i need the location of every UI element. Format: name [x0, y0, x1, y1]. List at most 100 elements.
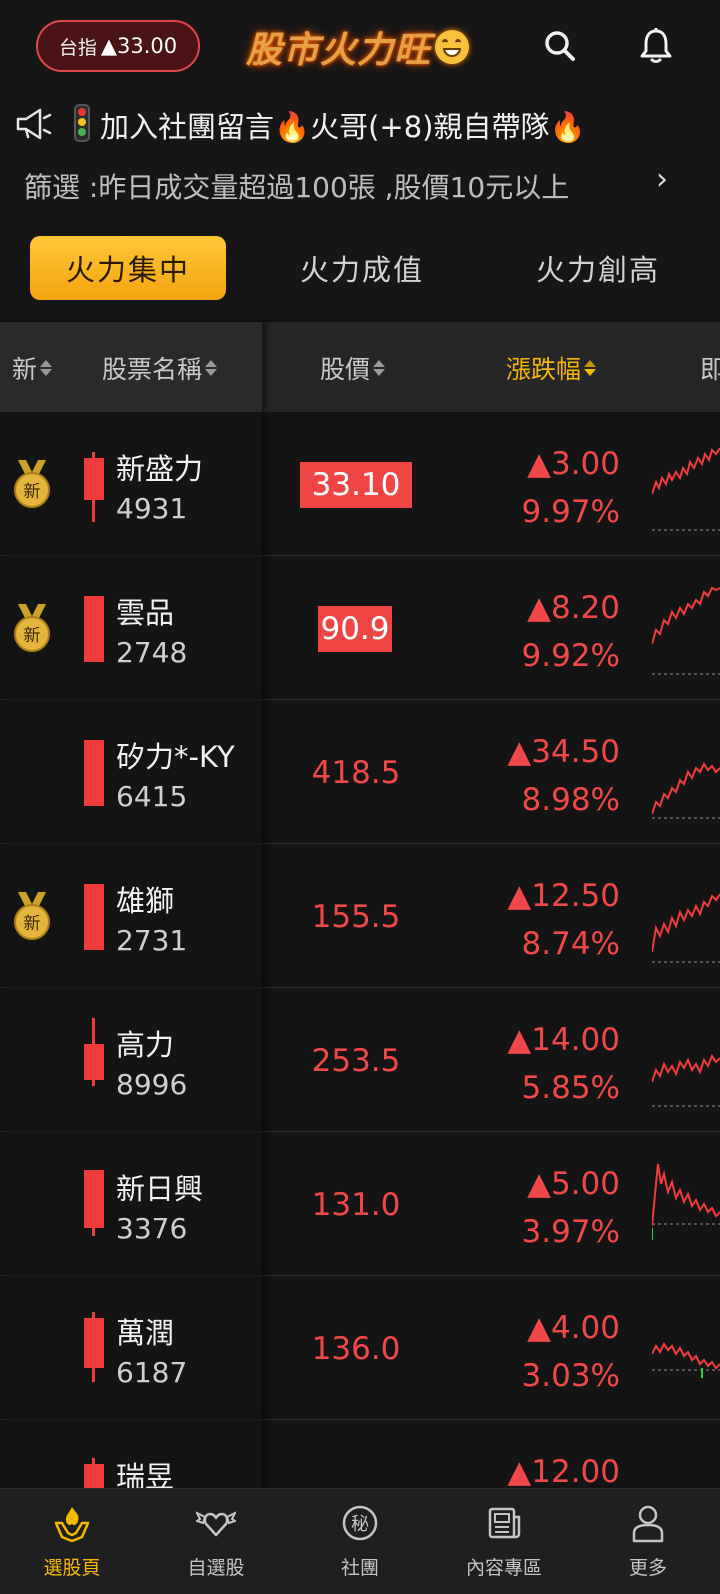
column-price[interactable]: 股價 [320, 350, 386, 386]
nav-content-zone[interactable]: 內容專區 [432, 1489, 576, 1594]
notifications-button[interactable] [634, 24, 678, 68]
bell-icon [640, 28, 672, 63]
nav-label: 社團 [340, 1557, 379, 1579]
intraday-sparkline [652, 1342, 720, 1378]
stock-name: 新盛力 [116, 452, 204, 486]
svg-text:新: 新 [24, 626, 41, 646]
grin-emoji-icon [435, 30, 470, 64]
price-change: ▲8.20 [527, 590, 620, 626]
tab-firepower-turnover[interactable]: 火力成值 [264, 236, 460, 300]
stock-price: 33.10 [300, 462, 412, 508]
intraday-sparkline [652, 586, 720, 675]
tab-firepower-focus[interactable]: 火力集中 [30, 236, 226, 300]
change-percent: 3.97% [521, 1214, 620, 1250]
secret-badge-icon: 秘 [342, 1505, 378, 1541]
stock-name: 瑞昱 [116, 1460, 175, 1488]
table-row[interactable]: 瑞昱 ▲12.00 [0, 1420, 720, 1488]
column-stock-name[interactable]: 股票名稱 [102, 350, 218, 386]
stock-code: 4931 [116, 492, 188, 525]
index-quote-pill[interactable]: 台指 ▲33.00 [36, 20, 200, 72]
intraday-sparkline [652, 1053, 720, 1107]
stock-name: 萬潤 [116, 1316, 175, 1350]
table-row[interactable]: 新日興 3376 131.0 ▲5.00 3.97% [0, 1132, 720, 1276]
announcement-bar[interactable]: 加入社團留言🔥火哥(+8)親自帶隊🔥 × [0, 92, 720, 232]
stock-code: 2748 [116, 636, 188, 669]
search-icon [545, 31, 575, 61]
price-change: ▲12.00 [507, 1454, 620, 1488]
stock-name: 新日興 [116, 1172, 204, 1206]
index-value: ▲33.00 [100, 34, 178, 58]
stock-price: 136.0 [311, 1331, 401, 1367]
change-percent: 3.03% [521, 1358, 620, 1394]
table-row[interactable]: 新 雲品 2748 90.9 ▲8.20 9.92% [0, 556, 720, 700]
column-intraday-label: 即 [700, 355, 720, 384]
change-percent: 8.98% [521, 782, 620, 818]
column-new[interactable]: 新 [12, 350, 53, 386]
column-change-label: 漲跌幅 [506, 355, 582, 384]
traffic-light-icon [74, 104, 90, 142]
table-row[interactable]: 高力 8996 253.5 ▲14.00 5.85% [0, 988, 720, 1132]
change-percent: 8.74% [521, 926, 620, 962]
stock-price: 418.5 [311, 755, 401, 791]
stock-name: 雲品 [116, 596, 175, 630]
stock-name: 矽力*-KY [116, 740, 235, 774]
column-change-pct[interactable]: 漲跌幅 [506, 350, 597, 386]
change-percent: 9.92% [521, 638, 620, 674]
change-percent: 9.97% [521, 494, 620, 530]
nav-label: 更多 [628, 1557, 667, 1579]
filter-bar[interactable]: 篩選 :昨日成交量超過100張 ,股價10元以上 › [0, 156, 720, 212]
column-intraday[interactable]: 即 [700, 350, 720, 386]
nav-label: 選股頁 [43, 1557, 101, 1579]
announcement-text: 加入社團留言🔥火哥(+8)親自帶隊🔥 [100, 110, 586, 144]
table-row[interactable]: 矽力*-KY 6415 418.5 ▲34.50 8.98% [0, 700, 720, 844]
price-change: ▲12.50 [507, 878, 620, 914]
sort-icon [40, 359, 53, 377]
nav-more[interactable]: 更多 [576, 1489, 720, 1594]
newspaper-icon [488, 1507, 521, 1539]
nav-watchlist[interactable]: 自選股 [144, 1489, 288, 1594]
price-change: ▲4.00 [527, 1310, 620, 1346]
filter-text: 篩選 :昨日成交量超過100張 ,股價10元以上 [24, 171, 570, 204]
index-label: 台指 [58, 36, 97, 59]
column-name-label: 股票名稱 [102, 355, 203, 384]
bottom-navigation: 選股頁 自選股 秘 社團 內容專區 更多 [0, 1488, 720, 1594]
stock-code: 8996 [116, 1068, 188, 1101]
new-medal-icon: 新 [14, 604, 50, 652]
logo-text: 股市火力旺 [246, 29, 432, 71]
stock-name: 高力 [116, 1028, 175, 1062]
nav-label: 自選股 [187, 1557, 245, 1579]
price-change: ▲3.00 [527, 446, 620, 482]
table-row[interactable]: 新 雄獅 2731 155.5 ▲12.50 8.74% [0, 844, 720, 988]
nav-stock-picker[interactable]: 選股頁 [0, 1489, 144, 1594]
change-percent: 5.85% [521, 1070, 620, 1106]
intraday-sparkline [652, 1163, 720, 1240]
price-change: ▲14.00 [507, 1022, 620, 1058]
chevron-right-icon: › [656, 162, 668, 197]
nav-label: 內容專區 [465, 1557, 542, 1579]
stock-code: 6187 [116, 1356, 188, 1389]
stock-code: 6415 [116, 780, 188, 813]
stock-price: 90.9 [318, 606, 392, 652]
column-price-label: 股價 [320, 355, 371, 384]
stock-name: 雄獅 [116, 884, 175, 918]
fire-hands-icon [54, 1507, 90, 1543]
new-medal-icon: 新 [14, 892, 50, 940]
sort-icon [205, 359, 218, 377]
table-row[interactable]: 新 新盛力 4931 33.10 ▲3.00 9.97% [0, 412, 720, 556]
search-button[interactable] [538, 24, 582, 68]
table-row[interactable]: 萬潤 6187 136.0 ▲4.00 3.03% [0, 1276, 720, 1420]
stock-price: 131.0 [311, 1187, 401, 1223]
stock-code: 3376 [116, 1212, 188, 1245]
person-icon [632, 1505, 664, 1543]
intraday-sparkline [652, 893, 720, 963]
column-new-label: 新 [12, 355, 38, 384]
megaphone-icon [16, 108, 52, 140]
svg-text:新: 新 [24, 914, 41, 934]
tab-firepower-new-high[interactable]: 火力創高 [500, 236, 696, 300]
nav-community[interactable]: 秘 社團 [288, 1489, 432, 1594]
ranking-tabs: 火力集中 火力成值 火力創高 [0, 212, 720, 320]
intraday-sparkline [652, 762, 720, 819]
stock-price: 155.5 [311, 899, 401, 935]
svg-text:秘: 秘 [351, 1514, 369, 1535]
new-medal-icon: 新 [14, 460, 50, 508]
